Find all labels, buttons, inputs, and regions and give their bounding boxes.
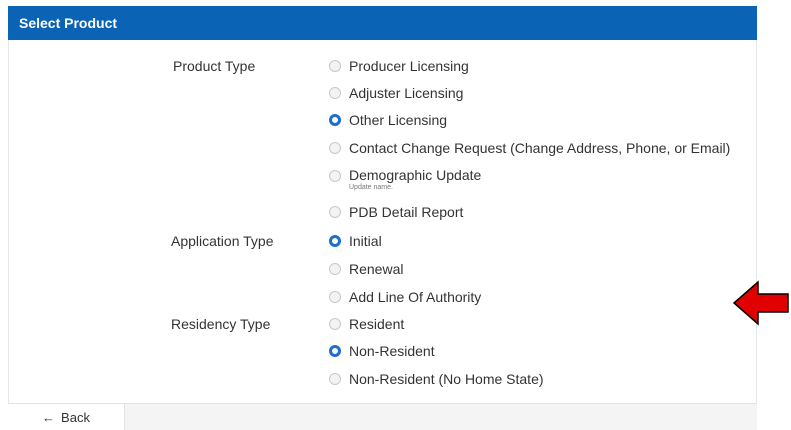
panel-header: Select Product bbox=[8, 6, 757, 40]
radio-unchecked-icon bbox=[329, 263, 341, 275]
radio-contact-change-request[interactable]: Contact Change Request (Change Address, … bbox=[329, 140, 730, 156]
radio-unchecked-icon bbox=[329, 87, 341, 99]
product-type-label: Product Type bbox=[173, 58, 256, 74]
radio-checked-icon bbox=[329, 235, 341, 247]
option-label: Contact Change Request (Change Address, … bbox=[349, 140, 731, 156]
option-label: Adjuster Licensing bbox=[349, 85, 464, 101]
radio-checked-icon bbox=[329, 345, 341, 357]
radio-checked-icon bbox=[329, 114, 341, 126]
panel-title: Select Product bbox=[19, 15, 118, 31]
radio-unchecked-icon bbox=[329, 170, 341, 182]
option-label: Producer Licensing bbox=[349, 58, 469, 74]
radio-unchecked-icon bbox=[329, 318, 341, 330]
option-label: Resident bbox=[349, 316, 405, 332]
radio-unchecked-icon bbox=[329, 142, 341, 154]
red-arrow-icon bbox=[732, 280, 789, 326]
radio-non-resident[interactable]: Non-Resident bbox=[329, 343, 435, 359]
option-sublabel: Update name. bbox=[349, 184, 393, 191]
back-button[interactable]: ← Back bbox=[8, 403, 125, 430]
back-label: Back bbox=[61, 409, 90, 425]
radio-unchecked-icon bbox=[329, 291, 341, 303]
option-label: Renewal bbox=[349, 261, 404, 277]
radio-renewal[interactable]: Renewal bbox=[329, 261, 403, 277]
radio-demographic-update[interactable]: Demographic Update Update name. bbox=[329, 167, 481, 192]
radio-other-licensing[interactable]: Other Licensing bbox=[329, 112, 447, 128]
arrow-left-icon: ← bbox=[42, 409, 56, 425]
option-label: Non-Resident (No Home State) bbox=[349, 371, 544, 387]
application-type-label: Application Type bbox=[171, 233, 274, 249]
radio-pdb-detail-report[interactable]: PDB Detail Report bbox=[329, 204, 463, 220]
option-label: Initial bbox=[349, 233, 382, 249]
radio-unchecked-icon bbox=[329, 60, 341, 72]
radio-adjuster-licensing[interactable]: Adjuster Licensing bbox=[329, 85, 463, 101]
radio-unchecked-icon bbox=[329, 206, 341, 218]
residency-type-label: Residency Type bbox=[171, 316, 271, 332]
radio-add-line-of-authority[interactable]: Add Line Of Authority bbox=[329, 289, 481, 305]
option-label: Other Licensing bbox=[349, 112, 448, 128]
option-label: Add Line Of Authority bbox=[349, 289, 482, 305]
radio-resident[interactable]: Resident bbox=[329, 316, 404, 332]
radio-unchecked-icon bbox=[329, 373, 341, 385]
radio-producer-licensing[interactable]: Producer Licensing bbox=[329, 58, 469, 74]
option-label: Demographic Update bbox=[349, 167, 482, 183]
radio-initial[interactable]: Initial bbox=[329, 233, 382, 249]
radio-non-resident-no-home-state[interactable]: Non-Resident (No Home State) bbox=[329, 371, 544, 387]
option-label: Non-Resident bbox=[349, 343, 435, 359]
option-label: PDB Detail Report bbox=[349, 204, 464, 220]
